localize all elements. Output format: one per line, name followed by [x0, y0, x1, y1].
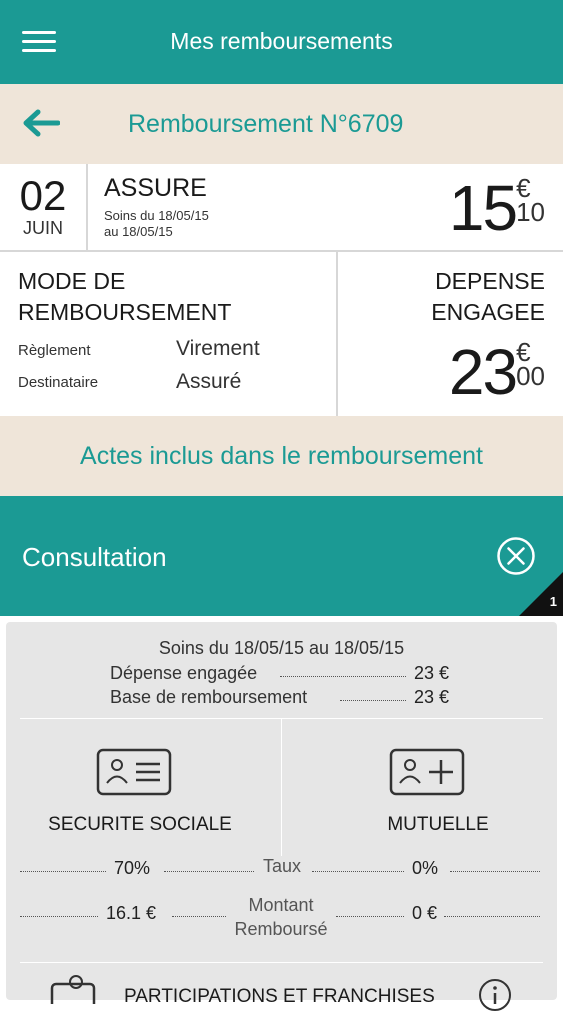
reglement-label: Règlement	[18, 342, 91, 359]
depense-amount-dec: 00	[516, 361, 545, 391]
care-period-line1: Soins du 18/05/15	[104, 208, 209, 223]
reimbursed-amount-int: 15	[448, 172, 518, 244]
taux-label: Taux	[262, 856, 302, 876]
app-title: Mes remboursements	[170, 28, 393, 54]
taux-secu-value: 70%	[114, 858, 151, 878]
secu-title: SECURITE SOCIALE	[48, 814, 232, 835]
card-separator	[20, 962, 543, 963]
date-box: 02 JUIN	[0, 164, 88, 250]
depense-amount: 23 €00	[448, 336, 545, 408]
close-icon[interactable]	[496, 536, 536, 576]
details-row: MODE DE REMBOURSEMENT Règlement Virement…	[0, 252, 563, 416]
summary-row: 02 JUIN ASSURE Soins du 18/05/15 au 18/0…	[0, 164, 563, 252]
depense-title-line1: DEPENSE	[435, 268, 545, 294]
leader-dots	[20, 916, 98, 917]
leader-dots	[444, 916, 540, 917]
taux-mutuelle-value: 0%	[412, 858, 439, 878]
participations-label[interactable]: PARTICIPATIONS ET FRANCHISES	[124, 986, 435, 1008]
reglement-value: Virement	[176, 337, 260, 360]
depense-engagee-label: Dépense engagée	[110, 663, 258, 683]
reimbursed-amount-dec: 10	[516, 197, 545, 227]
leader-dots	[312, 871, 404, 872]
montant-secu-value: 16.1 €	[106, 903, 157, 923]
montant-mutuelle-value: 0 €	[412, 903, 438, 923]
leader-dots	[280, 676, 406, 677]
destinataire-label: Destinataire	[18, 374, 99, 391]
actes-title: Actes inclus dans le remboursement	[80, 442, 483, 470]
info-icon[interactable]	[478, 978, 512, 1012]
leader-dots	[336, 916, 404, 917]
consultation-title: Consultation	[22, 542, 167, 572]
montant-label-line2: Remboursé	[234, 919, 328, 939]
id-card-plus-icon	[389, 748, 465, 796]
base-label: Base de remboursement	[110, 687, 308, 707]
reimbursement-title: Remboursement N°6709	[128, 110, 404, 138]
depense-title: DEPENSE ENGAGEE	[431, 266, 545, 328]
montant-label-line1: Montant	[248, 895, 314, 915]
mode-title-line2: REMBOURSEMENT	[18, 299, 232, 325]
mutuelle-title: MUTUELLE	[387, 814, 489, 835]
date-day: 02	[19, 172, 67, 219]
depense-amount-int: 23	[448, 336, 518, 408]
montant-label: Montant Remboursé	[224, 893, 338, 941]
care-period-line2: au 18/05/15	[104, 224, 173, 239]
mode-title: MODE DE REMBOURSEMENT	[18, 266, 231, 328]
card-care-period: Soins du 18/05/15 au 18/05/15	[158, 638, 405, 658]
leader-dots	[450, 871, 540, 872]
card-column-divider	[281, 718, 282, 856]
leader-dots	[172, 916, 226, 917]
base-value: 23 €	[414, 687, 450, 707]
leader-dots	[164, 871, 254, 872]
mode-title-line1: MODE DE	[18, 268, 126, 294]
back-arrow-icon[interactable]	[22, 108, 60, 138]
care-period: Soins du 18/05/15 au 18/05/15	[104, 208, 274, 240]
leader-dots	[20, 871, 106, 872]
beneficiary-label: ASSURE	[104, 174, 207, 202]
divider	[336, 252, 338, 416]
date-month: JUIN	[23, 218, 63, 238]
destinataire-value: Assuré	[176, 370, 242, 393]
depense-engagee-value: 23 €	[414, 663, 450, 683]
acte-count: 1	[549, 594, 557, 609]
reimbursed-amount: 15 €10	[448, 172, 545, 246]
leader-dots	[340, 700, 406, 701]
id-card-icon	[96, 748, 172, 796]
depense-title-line2: ENGAGEE	[431, 299, 545, 325]
